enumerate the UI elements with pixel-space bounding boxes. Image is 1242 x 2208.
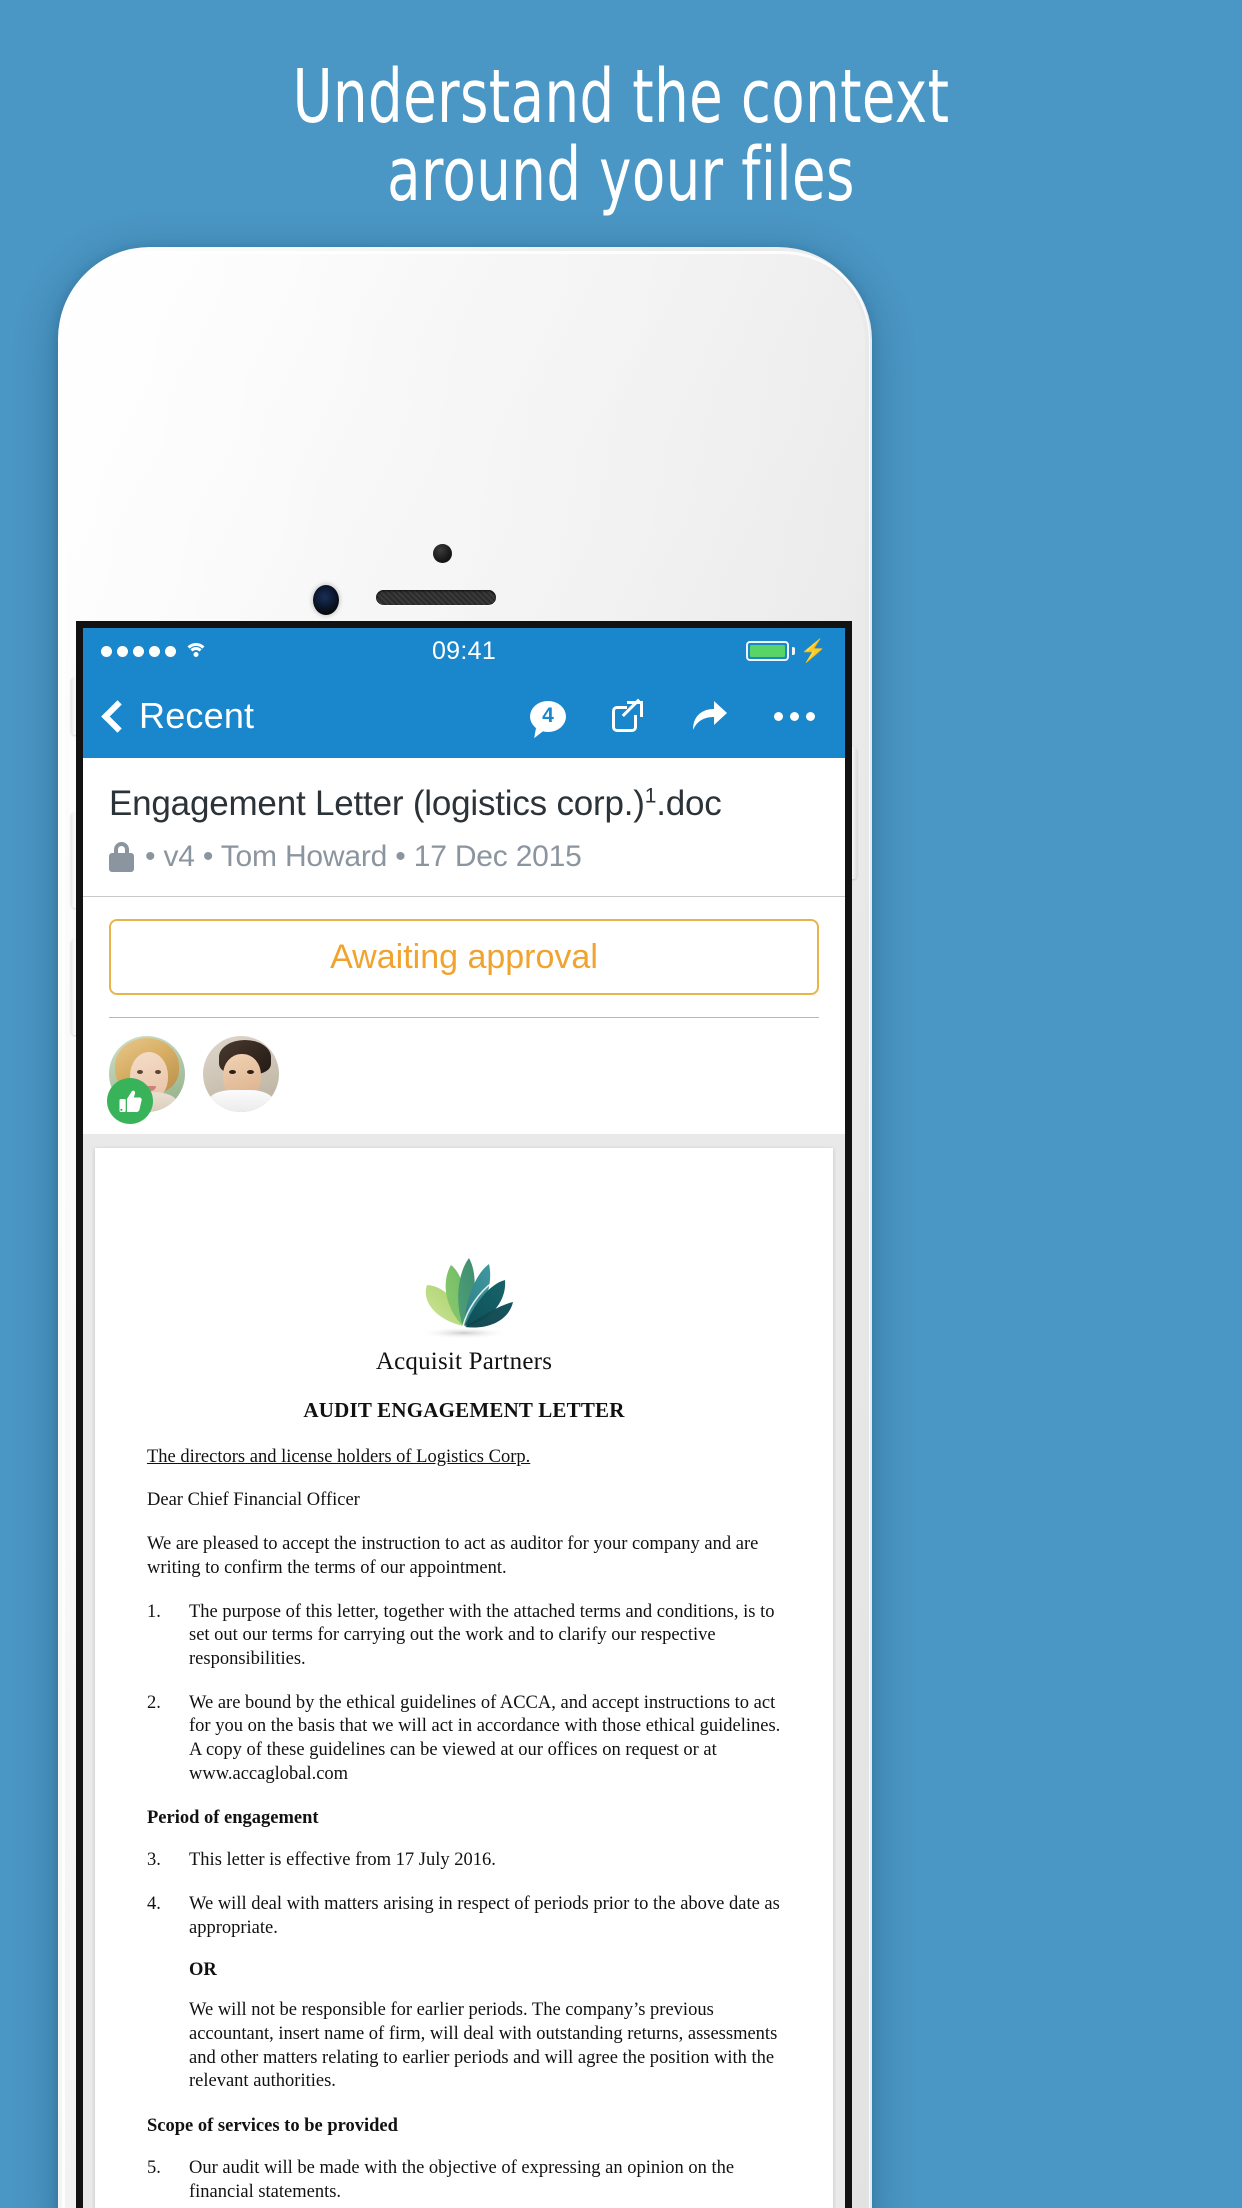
document-section-heading: Period of engagement	[147, 1808, 319, 1829]
document-title-extension: .doc	[656, 784, 722, 823]
avatar-photo	[203, 1036, 279, 1113]
list-item-text: We will deal with matters arising in res…	[189, 1893, 780, 1938]
list-item-number: 4.	[147, 1893, 161, 1914]
headline-line-2: around your files	[387, 132, 855, 219]
list-item-text: This letter is effective from 17 July 20…	[189, 1850, 496, 1871]
lock-icon	[109, 842, 134, 873]
document-title-superscript: 1	[644, 784, 657, 808]
phone-device: 09:41 ⚡ Recent 4 Engagement Letter (logi…	[58, 247, 872, 2208]
list-item-text: We are bound by the ethical guidelines o…	[189, 1692, 781, 1784]
document-preview-area[interactable]: Acquisit Partners AUDIT ENGAGEMENT LETTE…	[83, 1134, 845, 2208]
document-title: Engagement Letter (logistics corp.)1.doc	[109, 784, 819, 824]
more-options-button[interactable]	[774, 711, 815, 721]
document-list-item: 3. This letter is effective from 17 July…	[147, 1849, 781, 1873]
thumbs-up-icon	[107, 1078, 153, 1125]
document-heading: AUDIT ENGAGEMENT LETTER	[303, 1398, 625, 1423]
share-button[interactable]	[690, 700, 728, 732]
open-in-button[interactable]	[612, 698, 644, 732]
comments-count-badge: 4	[542, 703, 554, 727]
list-item-number: 1.	[147, 1601, 161, 1622]
back-button-label: Recent	[139, 695, 255, 736]
document-meta: • v4 • Tom Howard • 17 Dec 2015	[109, 840, 819, 874]
approval-status-label: Awaiting approval	[330, 937, 598, 976]
list-item-number: 3.	[147, 1850, 161, 1871]
document-meta-text: • v4 • Tom Howard • 17 Dec 2015	[145, 840, 582, 874]
document-list-item: 2. We are bound by the ethical guideline…	[147, 1692, 781, 1787]
document-intro: We are pleased to accept the instruction…	[147, 1534, 759, 1578]
phone-screen: 09:41 ⚡ Recent 4 Engagement Letter (logi…	[76, 621, 852, 2208]
document-page: Acquisit Partners AUDIT ENGAGEMENT LETTE…	[95, 1148, 833, 2208]
document-header: Engagement Letter (logistics corp.)1.doc…	[83, 758, 845, 898]
chevron-left-icon	[101, 699, 134, 733]
document-or-paragraph: We will not be responsible for earlier p…	[189, 2000, 778, 2092]
front-camera-icon	[313, 585, 339, 615]
navigation-bar: Recent 4	[83, 674, 845, 758]
headline-line-1: Understand the context	[292, 54, 950, 140]
forward-arrow-icon	[690, 700, 728, 732]
approval-section: Awaiting approval	[83, 897, 845, 1134]
document-list-item: 5. Our audit will be made with the objec…	[147, 2157, 781, 2204]
document-list-item: 4. We will deal with matters arising in …	[147, 1893, 781, 1940]
list-item-text: The purpose of this letter, together wit…	[189, 1601, 775, 1669]
status-bar: 09:41 ⚡	[83, 628, 845, 674]
document-addressee: The directors and license holders of Log…	[147, 1447, 531, 1468]
comments-button[interactable]: 4	[530, 700, 566, 740]
list-item-number: 5.	[147, 2158, 161, 2178]
approvers-list	[107, 1018, 819, 1134]
document-salutation: Dear Chief Financial Officer	[147, 1490, 360, 1511]
avatar[interactable]	[203, 1036, 279, 1113]
company-logo-wrap: Acquisit Partners	[147, 1240, 781, 1376]
company-name: Acquisit Partners	[375, 1348, 553, 1376]
comment-bubble-icon: 4	[530, 700, 566, 740]
lotus-leaf-logo	[418, 1258, 513, 1340]
document-title-main: Engagement Letter (logistics corp.)	[109, 784, 645, 823]
back-button[interactable]: Recent	[101, 695, 255, 737]
document-section-heading: Scope of services to be provided	[147, 2116, 398, 2136]
list-item-number: 2.	[147, 1692, 161, 1713]
list-item-text: Our audit will be made with the objectiv…	[189, 2158, 735, 2202]
ellipsis-icon	[774, 711, 815, 721]
proximity-sensor-icon	[433, 544, 452, 563]
open-in-external-icon	[612, 698, 644, 732]
approval-status-button[interactable]: Awaiting approval	[109, 919, 819, 996]
promo-screenshot: Understand the context around your files…	[0, 0, 1242, 2208]
promo-headline: Understand the context around your files	[112, 58, 1130, 215]
nav-actions: 4	[530, 698, 819, 740]
earpiece-speaker	[376, 590, 496, 605]
status-bar-clock: 09:41	[431, 636, 497, 665]
document-list-item: 1. The purpose of this letter, together …	[147, 1601, 781, 1672]
document-or-label: OR	[189, 1960, 217, 1981]
